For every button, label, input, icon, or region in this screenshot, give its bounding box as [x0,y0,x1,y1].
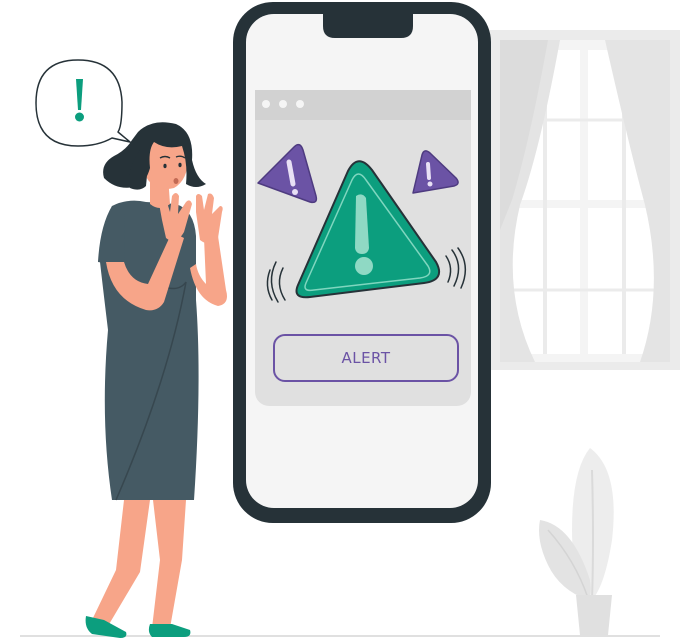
browser-dot-1 [262,100,270,108]
speech-bubble [35,59,131,147]
browser-dot-2 [279,100,287,108]
plant-decoration [539,448,614,635]
woman-figure [85,122,227,638]
browser-dot-3 [296,100,304,108]
alert-button[interactable]: ALERT [273,334,459,382]
illustration-scene: ALERT [0,0,680,641]
illustration-svg [20,2,680,638]
window-background [490,30,680,370]
